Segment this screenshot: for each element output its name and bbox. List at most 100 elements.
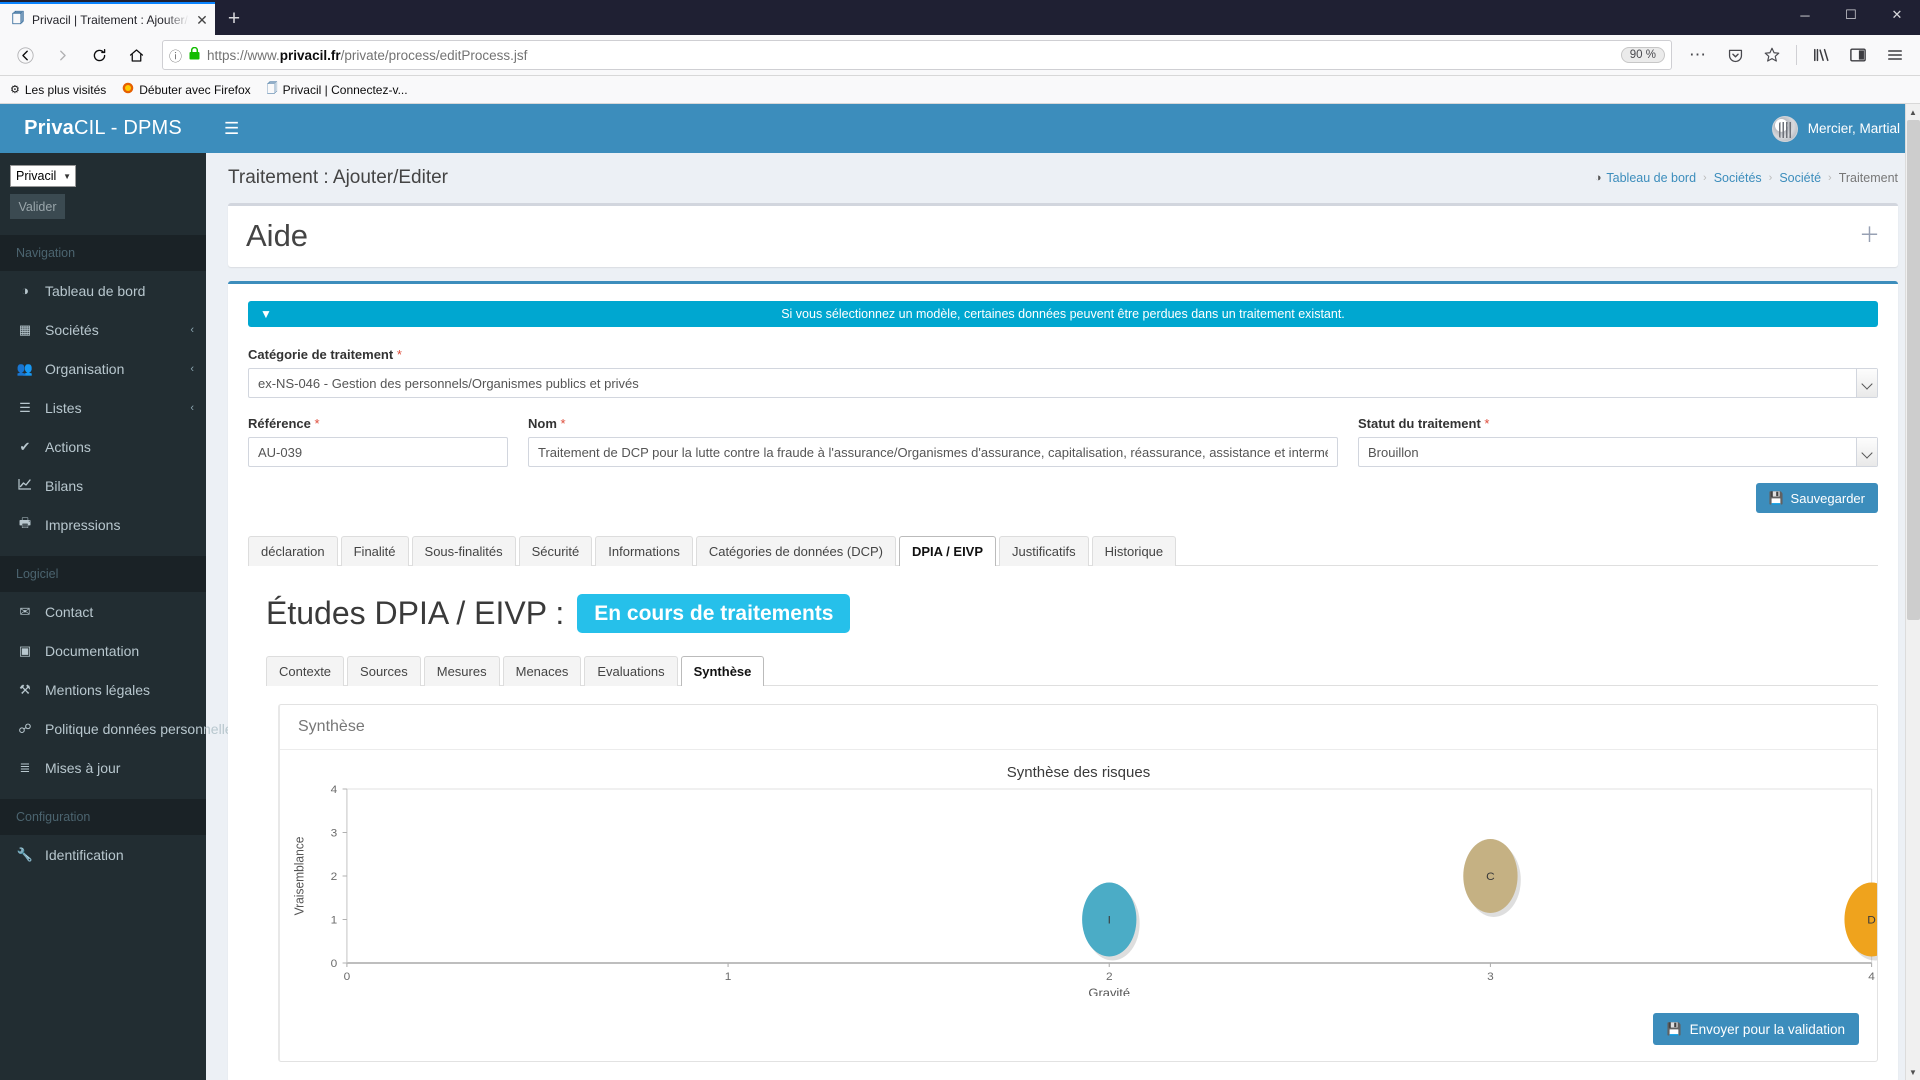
page-scrollbar[interactable]: ▲ ▼ [1905,104,1920,1080]
sidebar-item-tableau-de-bord[interactable]: ◑ Tableau de bord [0,271,206,310]
sidebar-item-label: Bilans [45,477,84,494]
bookmark-privacil[interactable]: 🗍 Privacil | Connectez-v... [267,80,408,99]
minimize-button[interactable]: ─ [1782,0,1828,30]
window-controls: ─ ☐ ✕ [1782,0,1920,35]
tab-sous-finalites[interactable]: Sous-finalités [411,536,516,566]
tab-historique[interactable]: Historique [1091,536,1177,566]
back-button[interactable] [8,39,42,71]
bookmark-most-visited[interactable]: ⚙ Les plus visités [10,83,106,97]
sidebar-item-label: Documentation [45,642,140,659]
browser-tab[interactable]: 🗍 Privacil | Traitement : Ajouter/E ✕ [0,2,215,35]
tab-justificatifs[interactable]: Justificatifs [999,536,1089,566]
nom-label: Nom * [528,416,1338,431]
sidebar-item-organisation[interactable]: 👥 Organisation ‹ [0,349,206,388]
new-tab-button[interactable]: + [215,2,253,35]
breadcrumb-item-tableau-de-bord[interactable]: ◑ Tableau de bord [1595,171,1696,185]
privacil-favicon: 🗍 [266,83,278,95]
bookmark-star-icon[interactable] [1755,39,1789,71]
scroll-up-arrow[interactable]: ▲ [1906,104,1920,120]
svg-text:C: C [1486,871,1495,883]
app-logo[interactable]: Priva CIL - DPMS [0,104,206,153]
subtab-contexte[interactable]: Contexte [266,656,345,687]
library-icon[interactable] [1804,39,1838,71]
scroll-down-arrow[interactable]: ▼ [1906,1064,1920,1080]
sidebar-toggle-icon[interactable]: ☰ [224,120,239,137]
sidebar-item-label: Sociétés [45,321,99,338]
scrollbar-thumb[interactable] [1906,120,1920,620]
tab-declaration[interactable]: déclaration [248,536,338,566]
statut-select[interactable] [1358,437,1878,467]
tab-securite[interactable]: Sécurité [518,536,593,566]
sauvegarder-label: Sauvegarder [1790,490,1865,506]
company-select[interactable]: Privacil ▼ [10,165,76,187]
plus-icon[interactable]: ＋ [1859,225,1880,246]
reload-button[interactable] [82,39,116,71]
chevron-down-icon: ▼ [63,171,71,181]
pocket-icon[interactable] [1718,39,1752,71]
alert-info: ▼ Si vous sélectionnez un modèle, certai… [248,301,1878,327]
window-close-button[interactable]: ✕ [1874,0,1920,30]
toolbar-divider [1796,45,1797,65]
sidebar-item-contact[interactable]: ✉ Contact [0,592,206,631]
sidebar-item-mentions-legales[interactable]: ⚒ Mentions légales [0,670,206,709]
envoyer-validation-button[interactable]: 💾 Envoyer pour la validation [1652,1013,1859,1046]
sidebar-item-label: Contact [45,603,94,620]
sidebar-item-identification[interactable]: 🔧 Identification [0,835,206,874]
statut-label-text: Statut du traitement [1358,416,1481,431]
home-button[interactable] [119,39,153,71]
page-title: Traitement : Ajouter/Editer [228,167,449,188]
form-field-row: Référence * Nom * [248,416,1878,467]
browser-window: 🗍 Privacil | Traitement : Ajouter/E ✕ + … [0,0,1920,1080]
page-actions-icon[interactable]: ⋯ [1681,39,1715,71]
subtab-menaces[interactable]: Menaces [502,656,582,687]
sidebar-icon[interactable] [1841,39,1875,71]
statut-select-wrap [1358,437,1878,467]
tab-categories-de-donnees[interactable]: Catégories de données (DCP) [695,536,896,566]
tab-informations[interactable]: Informations [595,536,693,566]
subtab-mesures[interactable]: Mesures [423,656,500,687]
sidebar-item-label: Mises à jour [45,759,121,776]
subtab-synthese[interactable]: Synthèse [680,656,765,687]
sidebar-item-societes[interactable]: ▦ Sociétés ‹ [0,310,206,349]
bookmark-label: Débuter avec Firefox [139,82,251,97]
user-menu[interactable]: Mercier, Martial [1771,115,1900,142]
gear-icon: ⚙ [10,84,20,96]
sidebar-item-listes[interactable]: ☰ Listes ‹ [0,388,206,427]
breadcrumb-item-societes[interactable]: Sociétés [1714,171,1762,185]
subtab-evaluations[interactable]: Evaluations [584,656,678,687]
sidebar-item-bilans[interactable]: Bilans [0,466,206,505]
maximize-button[interactable]: ☐ [1828,0,1874,30]
sidebar-item-mises-a-jour[interactable]: ≣ Mises à jour [0,748,206,787]
sidebar-item-documentation[interactable]: ▣ Documentation [0,631,206,670]
breadcrumb-item-societe[interactable]: Société [1779,171,1821,185]
zoom-level-badge[interactable]: 90 % [1620,47,1665,63]
close-icon[interactable]: ✕ [195,13,209,27]
bookmark-firefox-start[interactable]: Débuter avec Firefox [122,82,251,97]
categorie-label: Catégorie de traitement * [248,347,1878,362]
categorie-field-group: Catégorie de traitement * [248,347,1878,398]
reference-input[interactable] [248,437,508,467]
forward-button[interactable] [45,39,79,71]
valider-button[interactable]: Valider [10,194,65,219]
subtab-sources[interactable]: Sources [347,656,421,687]
sidebar-item-actions[interactable]: ✔ Actions [0,427,206,466]
tab-finalite[interactable]: Finalité [340,536,409,566]
page-info-icon[interactable]: ⓘ [169,46,182,65]
main-tabs: déclaration Finalité Sous-finalités Sécu… [248,535,1878,566]
menu-icon[interactable] [1878,39,1912,71]
breadcrumb-item-traitement: Traitement [1838,171,1898,185]
tab-dpia-eivp[interactable]: DPIA / EIVP [898,536,997,566]
sidebar-item-label: Actions [45,438,91,455]
required-marker: * [1484,416,1490,431]
scrollbar-track[interactable] [1906,120,1920,1064]
wrench-icon: 🔧 [16,846,34,862]
svg-text:0: 0 [344,971,351,983]
book-icon: ▣ [18,642,32,658]
sidebar-item-politique-donnees[interactable]: ☍ Politique données personnelles [0,709,239,748]
sidebar-item-impressions[interactable]: 🖶 Impressions [0,505,206,544]
nom-input[interactable] [528,437,1338,467]
sauvegarder-button[interactable]: 💾 Sauvegarder [1755,483,1878,513]
breadcrumb-label: Tableau de bord [1606,171,1697,185]
categorie-select[interactable] [248,368,1878,398]
url-bar[interactable]: ⓘ https://www.privacil.fr/private/proces… [162,40,1672,70]
